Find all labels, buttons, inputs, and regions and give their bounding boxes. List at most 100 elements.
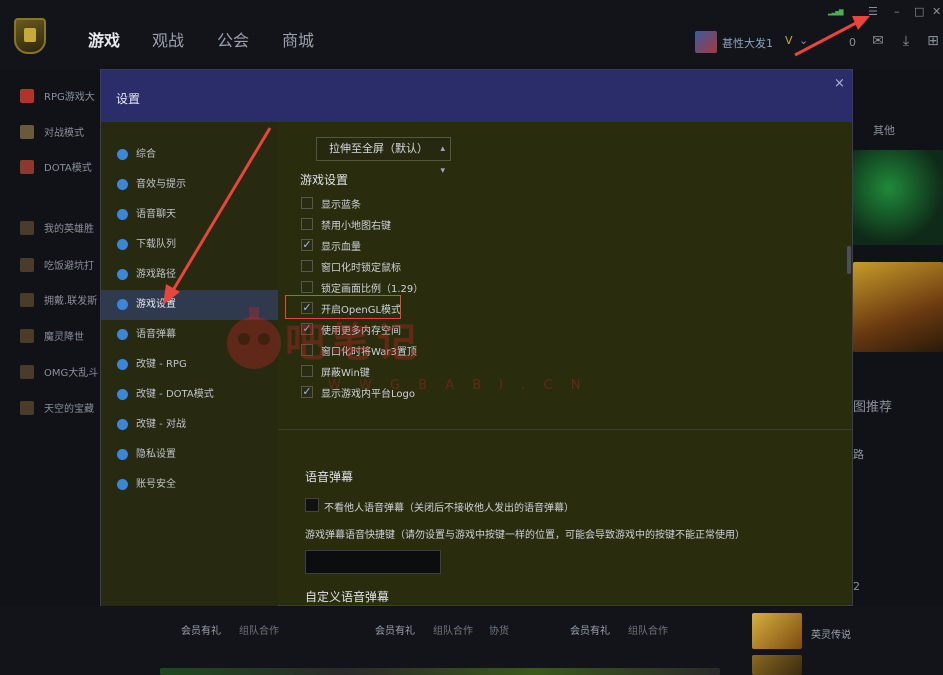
checkbox-hide-others[interactable] (305, 498, 319, 512)
minimize-icon[interactable]: – (894, 5, 900, 18)
bg-list-item[interactable]: 我的英雄胜 (20, 220, 94, 235)
checkbox-checked[interactable]: ✓ (301, 239, 313, 251)
user-name[interactable]: 甚性大发1 (722, 35, 773, 51)
maximize-icon[interactable]: □ (914, 5, 924, 18)
hotkey-label: 游戏弹幕语音快捷键（请勿设置与游戏中按键一样的位置，可能会导致游戏中的按键不能正… (305, 530, 745, 541)
bg-list-item[interactable]: 天空的宝藏 (20, 400, 94, 415)
settings-dialog: 设置 × 综合 音效与提示 语音聊天 下载队列 游戏路径 游戏设置 语音弹幕 改… (100, 69, 853, 606)
bg-route-label: 路 (853, 448, 864, 461)
top-bar: 游戏 观战 公会 商城 甚性大发1 V ⌄ 0 ✉ ⤓ ⊞ ▂▃▅▇ ☰ – □… (0, 0, 943, 70)
select-arrows-icon: ▴ ▾ (440, 144, 445, 176)
bell-icon (117, 179, 128, 190)
game-thumb[interactable] (752, 655, 802, 675)
signal-icon: ▂▃▅▇ (828, 9, 844, 16)
dota-icon (20, 160, 34, 174)
bottom-link[interactable]: 会员有礼 (375, 622, 415, 637)
game-thumb[interactable] (752, 613, 802, 649)
bottom-link[interactable]: 组队合作 (239, 622, 279, 637)
bottom-link[interactable]: 组队合作 (628, 622, 668, 637)
cloud-download-icon (117, 239, 128, 250)
map-thumb-icon (20, 365, 34, 379)
rpg-icon (20, 89, 34, 103)
sidebar-item-game-settings[interactable]: 游戏设置 (101, 290, 278, 320)
bg-list-item[interactable]: RPG游戏大 (20, 88, 95, 103)
sidebar-item-voice-barrage[interactable]: 语音弹幕 (101, 320, 278, 350)
bg-recommend-label: 图推荐 (853, 400, 893, 415)
bg-list-item[interactable]: 吃饭避坑打 (20, 257, 94, 272)
shield-icon (117, 479, 128, 490)
checkbox[interactable] (301, 281, 313, 293)
voice-barrage-title: 语音弹幕 (305, 470, 354, 484)
map-thumb-icon (20, 401, 34, 415)
sidebar-item-privacy[interactable]: 隐私设置 (101, 440, 278, 470)
bg-other-label[interactable]: 其他 (873, 122, 895, 138)
sidebar-item-account-security[interactable]: 账号安全 (101, 470, 278, 500)
game-settings-title: 游戏设置 (300, 173, 349, 187)
bottom-link[interactable]: 会员有礼 (570, 622, 610, 637)
watermark-subtext: W W G B A B I . C N (328, 378, 588, 393)
game-title[interactable]: 英灵传说 (811, 626, 851, 641)
key-icon (117, 389, 128, 400)
game-thumb-strip (160, 668, 720, 675)
close-window-icon[interactable]: ✕ (932, 5, 941, 18)
bg-list-item[interactable]: 拥戴.联发斯 (20, 292, 97, 307)
checkbox[interactable] (301, 260, 313, 272)
sidebar-item-voice-chat[interactable]: 语音聊天 (101, 200, 278, 230)
menu-icon[interactable]: ☰ (868, 5, 878, 18)
message-count: 0 (849, 36, 856, 49)
mail-icon[interactable]: ✉ (871, 34, 885, 48)
gear-icon (117, 299, 128, 310)
avatar[interactable] (695, 31, 717, 53)
bottom-link[interactable]: 组队合作 (433, 622, 473, 637)
checkbox[interactable] (301, 218, 313, 230)
sidebar-item-keymap-versus[interactable]: 改键 - 对战 (101, 410, 278, 440)
gift-icon[interactable]: ⊞ (926, 34, 940, 48)
map-thumb-icon (20, 293, 34, 307)
sidebar-item-keymap-dota[interactable]: 改键 - DOTA模式 (101, 380, 278, 410)
bg-list-item[interactable]: 对战模式 (20, 124, 84, 139)
key-icon (117, 359, 128, 370)
speech-icon (117, 329, 128, 340)
sidebar-item-keymap-rpg[interactable]: 改键 - RPG (101, 350, 278, 380)
gamepad-icon (117, 269, 128, 280)
pie-chart-icon (117, 149, 128, 160)
hotkey-input[interactable] (305, 550, 441, 574)
dialog-header: 设置 × (101, 70, 852, 122)
watermark-text: 吧笔记 (285, 320, 423, 366)
map-thumb-icon (20, 221, 34, 235)
bg-list-item[interactable]: 魔灵降世 (20, 328, 84, 343)
bottom-link[interactable]: 协货 (489, 622, 509, 637)
content-scrollbar[interactable] (847, 246, 851, 274)
nav-watch[interactable]: 观战 (152, 27, 184, 51)
map-banner[interactable] (853, 262, 943, 352)
bg-list-item[interactable]: DOTA模式 (20, 159, 92, 174)
vip-badge: V (785, 34, 793, 47)
versus-icon (20, 125, 34, 139)
sidebar-item-sound[interactable]: 音效与提示 (101, 170, 278, 200)
map-banner[interactable] (853, 150, 943, 245)
sidebar-item-general[interactable]: 综合 (101, 140, 278, 170)
nav-shop[interactable]: 商城 (282, 27, 314, 51)
settings-sidebar: 综合 音效与提示 语音聊天 下载队列 游戏路径 游戏设置 语音弹幕 改键 - R… (101, 122, 278, 606)
nav-guild[interactable]: 公会 (217, 27, 249, 51)
sidebar-item-download-queue[interactable]: 下载队列 (101, 230, 278, 260)
close-icon[interactable]: × (834, 76, 845, 91)
checkbox-checked[interactable]: ✓ (301, 386, 313, 398)
display-mode-select[interactable]: 拉伸至全屏（默认） ▴ ▾ (316, 137, 451, 176)
lock-icon (117, 449, 128, 460)
download-icon[interactable]: ⤓ (899, 34, 913, 48)
app-logo (14, 18, 46, 54)
sidebar-item-game-path[interactable]: 游戏路径 (101, 260, 278, 290)
microphone-icon (117, 209, 128, 220)
checkbox[interactable] (301, 197, 313, 209)
chevron-down-icon[interactable]: ⌄ (799, 34, 808, 47)
map-thumb-icon (20, 258, 34, 272)
map-thumb-icon (20, 329, 34, 343)
bottom-link[interactable]: 会员有礼 (181, 622, 221, 637)
nav-game[interactable]: 游戏 (88, 27, 120, 51)
bg-list-item[interactable]: OMG大乱斗 (20, 364, 98, 379)
bg-number-label: 2 (853, 580, 860, 593)
section-divider (278, 429, 852, 430)
dialog-title: 设置 (116, 92, 141, 106)
hide-others-label: 不看他人语音弹幕（关闭后不接收他人发出的语音弹幕） (324, 503, 574, 514)
